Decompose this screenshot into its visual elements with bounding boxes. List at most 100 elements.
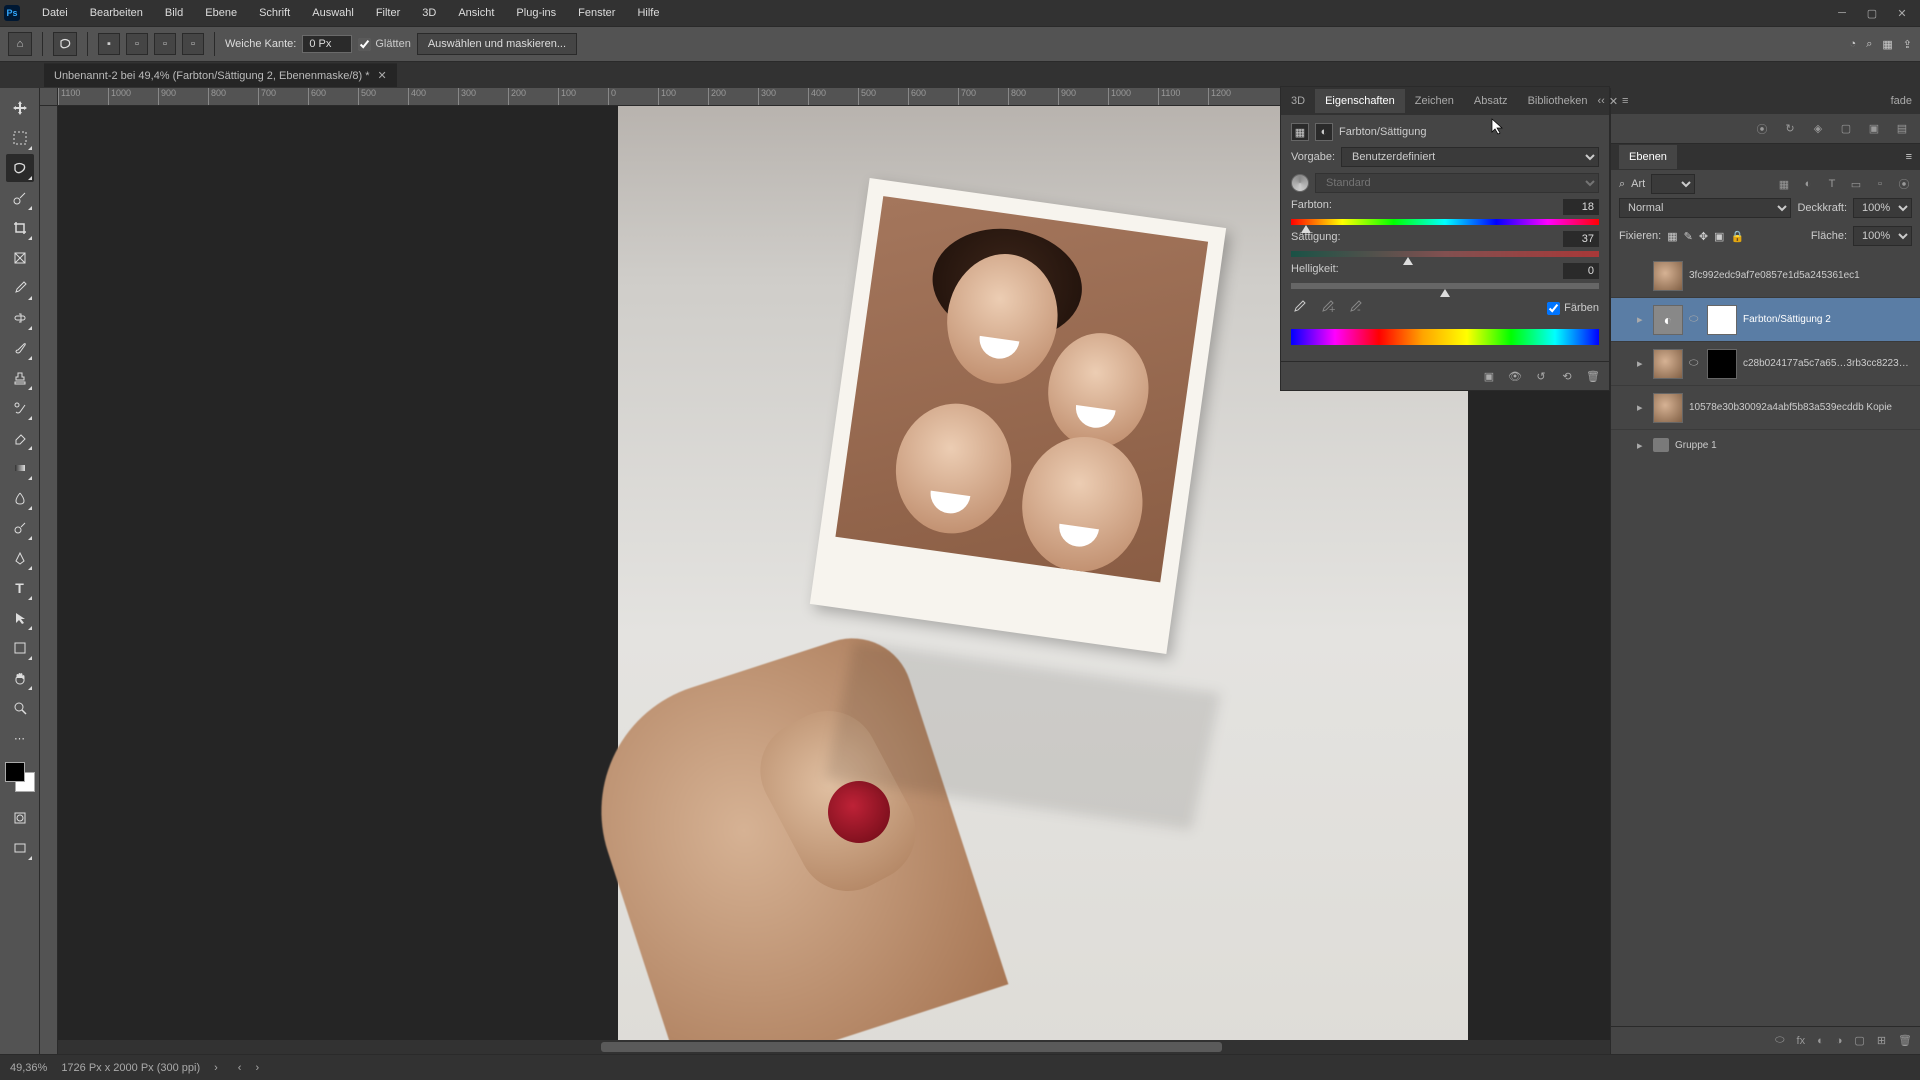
link-layers-icon[interactable]: ⬭ xyxy=(1775,1034,1784,1047)
filter-toggle-icon[interactable]: ⦿ xyxy=(1896,176,1912,192)
selection-add-icon[interactable]: ▫ xyxy=(126,33,148,55)
brush-tool[interactable] xyxy=(6,334,34,362)
layer-thumb[interactable] xyxy=(1653,393,1683,423)
layer-fx-icon[interactable]: fx xyxy=(1797,1035,1806,1047)
lightness-value-input[interactable] xyxy=(1563,263,1599,279)
document-dimensions[interactable]: 1726 Px x 2000 Px (300 ppi) xyxy=(61,1062,200,1074)
colorize-checkbox[interactable]: Färben xyxy=(1547,302,1599,315)
eyedropper-plus-icon[interactable]: + xyxy=(1319,299,1337,317)
dock-tab-fade[interactable]: fade xyxy=(1891,95,1912,107)
menu-ebene[interactable]: Ebene xyxy=(195,3,247,23)
panel-menu-icon[interactable]: ≡ xyxy=(1622,95,1628,108)
share-icon[interactable]: ⇪ xyxy=(1903,38,1912,51)
opacity-select[interactable]: 100% xyxy=(1853,198,1912,218)
lock-artboard-icon[interactable]: ▣ xyxy=(1714,230,1724,243)
layer-name[interactable]: 10578e30b30092a4abf5b83a539ecddb Kopie xyxy=(1689,402,1914,413)
lock-transparent-icon[interactable]: ▦ xyxy=(1667,230,1677,243)
frame-tool[interactable] xyxy=(6,244,34,272)
lasso-tool[interactable] xyxy=(6,154,34,182)
close-icon[interactable]: ✕ xyxy=(378,69,387,82)
frame-panel-icon[interactable]: ▢ xyxy=(1838,121,1854,137)
chevron-right-icon[interactable]: ▸ xyxy=(1637,401,1647,414)
menu-auswahl[interactable]: Auswahl xyxy=(302,3,364,23)
pen-tool[interactable] xyxy=(6,544,34,572)
menu-hilfe[interactable]: Hilfe xyxy=(627,3,669,23)
minimize-button[interactable]: ─ xyxy=(1828,2,1856,24)
hue-value-input[interactable] xyxy=(1563,199,1599,215)
filter-type-icon[interactable]: T xyxy=(1824,176,1840,192)
diamond-icon[interactable]: ◈ xyxy=(1810,121,1826,137)
group-name[interactable]: Gruppe 1 xyxy=(1675,440,1914,451)
history-brush-tool[interactable] xyxy=(6,394,34,422)
document-tab[interactable]: Unbenannt-2 bei 49,4% (Farbton/Sättigung… xyxy=(44,63,397,87)
eye-icon[interactable] xyxy=(1617,357,1631,371)
panel-collapse-icon[interactable]: ‹‹ xyxy=(1598,95,1605,108)
menu-datei[interactable]: Datei xyxy=(32,3,78,23)
zoom-tool[interactable] xyxy=(6,694,34,722)
history-icon[interactable]: ⦿ xyxy=(1754,121,1770,137)
selection-intersect-icon[interactable]: ▫ xyxy=(182,33,204,55)
layer-row[interactable]: 3fc992edc9af7e0857e1d5a245361ec1 xyxy=(1611,254,1920,298)
filter-pixel-icon[interactable]: ▦ xyxy=(1776,176,1792,192)
quick-select-tool[interactable] xyxy=(6,184,34,212)
properties-tab-eigenschaften[interactable]: Eigenschaften xyxy=(1315,89,1405,113)
layer-group[interactable]: ▸ Gruppe 1 xyxy=(1611,430,1920,460)
layer-thumb[interactable]: ◐ xyxy=(1653,305,1683,335)
crop-tool[interactable] xyxy=(6,214,34,242)
adjustment-layer-icon[interactable]: ◑ xyxy=(1836,1035,1843,1047)
delete-adjustment-icon[interactable]: 🗑 xyxy=(1585,368,1601,384)
color-swatches[interactable] xyxy=(5,762,35,792)
menu-3d[interactable]: 3D xyxy=(412,3,446,23)
path-select-tool[interactable] xyxy=(6,604,34,632)
hue-range-bar[interactable] xyxy=(1291,329,1599,345)
clip-to-layer-icon[interactable]: ▣ xyxy=(1481,368,1497,384)
eye-icon[interactable] xyxy=(1617,313,1631,327)
type-tool[interactable]: T xyxy=(6,574,34,602)
layer-name[interactable]: c28b024177a5c7a65…3rb3cc82234 Kopie … xyxy=(1743,358,1914,369)
properties-tab-zeichen[interactable]: Zeichen xyxy=(1405,89,1464,113)
status-nav-right-icon[interactable]: › xyxy=(255,1062,259,1074)
preset-select[interactable]: Benutzerdefiniert xyxy=(1341,147,1599,167)
lock-paint-icon[interactable]: ✎ xyxy=(1684,230,1693,243)
ruler-vertical[interactable] xyxy=(40,106,58,1054)
selection-new-icon[interactable]: ▪ xyxy=(98,33,120,55)
hand-tool[interactable] xyxy=(6,664,34,692)
chevron-right-icon[interactable]: ▸ xyxy=(1637,357,1647,370)
healing-tool[interactable] xyxy=(6,304,34,332)
layer-row[interactable]: ▸ 10578e30b30092a4abf5b83a539ecddb Kopie xyxy=(1611,386,1920,430)
shape-tool[interactable] xyxy=(6,634,34,662)
dodge-tool[interactable] xyxy=(6,514,34,542)
channel-select[interactable]: Standard xyxy=(1315,173,1599,193)
lock-position-icon[interactable]: ✥ xyxy=(1699,230,1708,243)
screen-mode-icon[interactable] xyxy=(6,834,34,862)
eyedropper-minus-icon[interactable]: - xyxy=(1347,299,1365,317)
toggle-visibility-icon[interactable]: 👁 xyxy=(1507,368,1523,384)
select-and-mask-button[interactable]: Auswählen und maskieren... xyxy=(417,33,577,55)
properties-tab-bibliotheken[interactable]: Bibliotheken xyxy=(1518,89,1598,113)
horizontal-scrollbar[interactable] xyxy=(58,1040,1610,1054)
menu-fenster[interactable]: Fenster xyxy=(568,3,625,23)
chevron-right-icon[interactable]: ▸ xyxy=(1637,439,1647,452)
layer-row[interactable]: ▸⬭c28b024177a5c7a65…3rb3cc82234 Kopie … xyxy=(1611,342,1920,386)
properties-tab-absatz[interactable]: Absatz xyxy=(1464,89,1518,113)
cloud-docs-icon[interactable]: ◔ xyxy=(1850,38,1857,50)
filter-shape-icon[interactable]: ▭ xyxy=(1848,176,1864,192)
quick-mask-icon[interactable] xyxy=(6,804,34,832)
gradient-tool[interactable] xyxy=(6,454,34,482)
status-nav-left-icon[interactable]: ‹ xyxy=(238,1062,242,1074)
workspace-icon[interactable]: ▦ xyxy=(1882,38,1892,51)
panel-close-icon[interactable]: ✕ xyxy=(1609,95,1618,108)
ruler-origin[interactable] xyxy=(40,88,58,106)
hue-slider[interactable] xyxy=(1291,219,1599,225)
link-icon[interactable]: ⬭ xyxy=(1689,313,1701,326)
stamp-tool[interactable] xyxy=(6,364,34,392)
blend-mode-select[interactable]: Normal xyxy=(1619,198,1791,218)
antialias-checkbox[interactable]: Glätten xyxy=(358,38,410,51)
more-panel-icon[interactable]: ▤ xyxy=(1894,121,1910,137)
chevron-right-icon[interactable]: ▸ xyxy=(1637,313,1647,326)
delete-layer-icon[interactable]: 🗑 xyxy=(1898,1034,1912,1047)
layer-row[interactable]: ▸◐⬭Farbton/Sättigung 2 xyxy=(1611,298,1920,342)
saturation-slider[interactable] xyxy=(1291,251,1599,257)
close-button[interactable]: ✕ xyxy=(1888,2,1916,24)
layer-mask-icon[interactable]: ◐ xyxy=(1817,1035,1824,1047)
